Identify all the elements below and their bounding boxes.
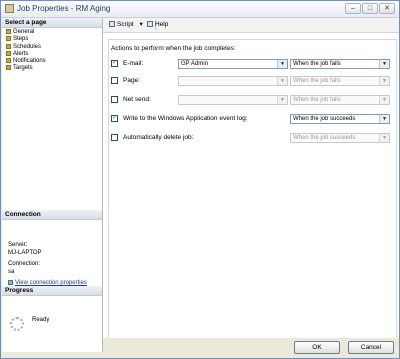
connection-label: Connection: [8,261,41,267]
right-pane: Script ▾ Help Actions to perform when th… [103,18,400,341]
page-label: Page: [123,77,140,84]
page-item-targets[interactable]: Targets [6,65,46,72]
progress-status: Ready [32,317,50,323]
progress-header: Progress [2,286,102,296]
email-label: E-mail: [123,60,144,67]
progress-spinner-icon [10,317,24,331]
help-button[interactable]: Help [147,20,168,30]
chevron-down-icon[interactable]: ▼ [277,96,287,104]
net-send-checkbox[interactable] [111,96,118,103]
minimize-button[interactable]: – [345,3,361,14]
email-condition-select[interactable]: When the job fails ▼ [290,59,390,69]
email-operator-select[interactable]: GP Admin ▼ [178,59,288,69]
script-icon [109,21,115,28]
net-send-row: Net send: ▼ When the job fails ▼ [111,95,400,105]
left-pane: Select a page General Steps Schedules Al… [2,18,103,352]
title-bar[interactable]: Job Properties - RM Aging – □ ✕ [1,1,399,18]
page-item-notifications[interactable]: Notifications [6,58,46,65]
select-page-header: Select a page [2,18,102,28]
page-icon [6,43,11,49]
event-log-checkbox[interactable]: ✓ [111,115,118,122]
page-icon [6,29,11,34]
connection-properties-icon [8,280,13,285]
connection-info: Server: MJ-LAPTOP Connection: sa View co… [8,242,100,288]
delete-job-checkbox[interactable] [111,134,118,141]
event-log-row: ✓ Write to the Windows Application event… [111,114,400,124]
event-log-condition-select[interactable]: When the job succeeds ▼ [290,114,390,124]
script-dropdown-icon[interactable]: ▾ [139,21,142,28]
ok-button[interactable]: OK [294,341,340,354]
job-icon [5,4,14,13]
server-value: MJ-LAPTOP [8,249,42,256]
maximize-button[interactable]: □ [362,3,378,14]
job-properties-window: Job Properties - RM Aging – □ ✕ Select a… [0,0,400,359]
chevron-down-icon[interactable]: ▼ [379,96,389,104]
net-send-operator-select[interactable]: ▼ [178,95,288,105]
script-button[interactable]: Script ▾ [109,20,143,30]
delete-job-condition-select[interactable]: When the job succeeds ▼ [290,133,390,143]
page-icon [6,65,11,71]
toolbar: Script ▾ Help [103,18,399,33]
chevron-down-icon[interactable]: ▼ [379,60,389,68]
server-label: Server: [8,242,28,248]
page-icon [6,58,11,64]
chevron-down-icon[interactable]: ▼ [379,134,389,142]
page-item-alerts[interactable]: Alerts [6,50,46,58]
window-title: Job Properties - RM Aging [17,4,111,13]
page-row: Page: ▼ When the job fails ▼ [111,76,400,86]
delete-job-label: Automatically delete job: [123,134,194,141]
page-item-steps[interactable]: Steps [6,36,46,43]
delete-job-row: Automatically delete job: When the job s… [111,133,400,143]
page-condition-select[interactable]: When the job fails ▼ [290,76,390,86]
page-icon [6,50,11,56]
net-send-condition-select[interactable]: When the job fails ▼ [290,95,390,105]
page-item-general[interactable]: General [6,29,46,36]
page-checkbox[interactable] [111,77,118,84]
help-icon [147,21,153,28]
connection-value: sa [8,268,15,275]
cancel-button[interactable]: Cancel [348,341,394,354]
net-send-label: Net send: [123,96,151,103]
email-checkbox[interactable]: ✓ [111,60,118,67]
chevron-down-icon[interactable]: ▼ [277,77,287,85]
event-log-label: Write to the Windows Application event l… [123,115,248,122]
page-operator-select[interactable]: ▼ [178,76,288,86]
notifications-heading: Actions to perform when the job complete… [111,45,236,52]
chevron-down-icon[interactable]: ▼ [379,115,389,123]
close-button[interactable]: ✕ [379,3,395,14]
page-icon [6,36,11,42]
page-item-schedules[interactable]: Schedules [6,43,46,51]
connection-header: Connection [2,210,102,220]
dialog-footer: OK Cancel [103,338,399,358]
page-list: General Steps Schedules Alerts Notificat… [6,29,46,73]
chevron-down-icon[interactable]: ▼ [277,60,287,68]
email-row: ✓ E-mail: GP Admin ▼ When the job fails … [111,59,400,69]
chevron-down-icon[interactable]: ▼ [379,77,389,85]
